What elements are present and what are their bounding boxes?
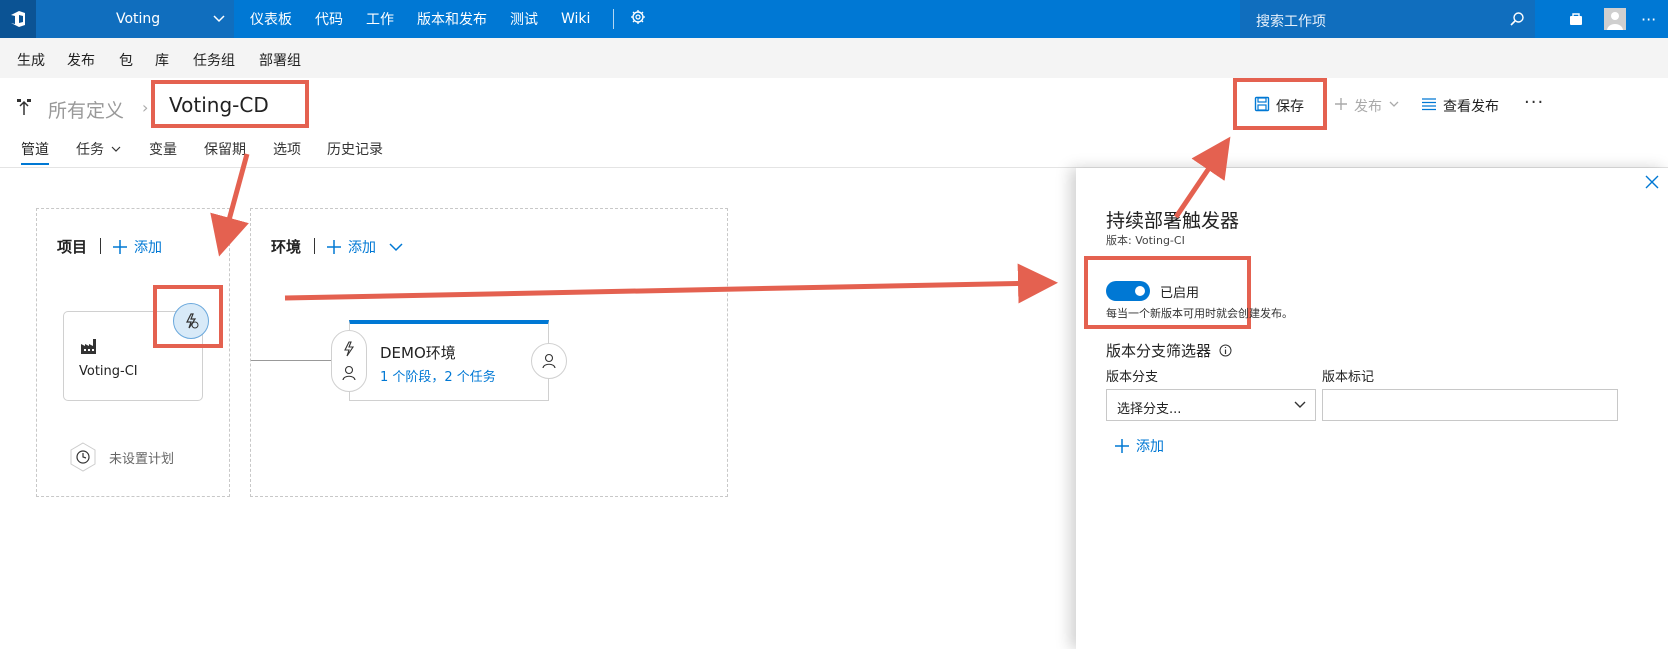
tab-tasks-label: 任务 xyxy=(76,142,104,158)
active-tab-indicator xyxy=(21,163,49,165)
person-icon xyxy=(342,365,356,381)
schedule-label: 未设置计划 xyxy=(109,451,175,467)
search-icon[interactable] xyxy=(1509,11,1525,31)
create-release-button[interactable]: 发布 xyxy=(1334,96,1400,116)
environment-summary[interactable]: 1 个阶段，2 个任务 xyxy=(380,366,496,385)
add-environment-button[interactable]: 添加 xyxy=(326,237,404,257)
definition-title-text: Voting-CD xyxy=(169,93,269,117)
tab-retention[interactable]: 保留期 xyxy=(204,139,246,159)
release-label: 发布 xyxy=(1354,99,1382,115)
person-icon xyxy=(542,353,556,369)
nav-build-release[interactable]: 版本和发布 xyxy=(417,9,487,29)
toggle-knob xyxy=(1135,286,1145,296)
plus-icon xyxy=(327,240,341,254)
trigger-description: 每当一个新版本可用时就会创建发布。 xyxy=(1106,307,1293,320)
subnav-library[interactable]: 库 xyxy=(155,50,169,70)
toggle-label: 已启用 xyxy=(1160,286,1200,301)
add-filter-label: 添加 xyxy=(1136,439,1164,455)
nav-test[interactable]: 测试 xyxy=(510,9,538,29)
divider xyxy=(100,238,101,254)
project-name: Voting xyxy=(116,11,161,27)
tag-input[interactable] xyxy=(1322,389,1618,421)
chevron-right-icon: › xyxy=(142,98,149,117)
pre-deployment-conditions[interactable] xyxy=(331,330,367,392)
save-label: 保存 xyxy=(1276,99,1304,115)
list-icon xyxy=(1421,97,1437,115)
nav-work[interactable]: 工作 xyxy=(366,9,394,29)
branch-label: 版本分支 xyxy=(1106,370,1159,385)
nav-code[interactable]: 代码 xyxy=(315,9,343,29)
panel-title: 持续部署触发器 xyxy=(1106,210,1240,232)
add-environment-label: 添加 xyxy=(348,240,376,256)
gear-icon[interactable] xyxy=(630,9,646,29)
trigger-highlight xyxy=(153,285,223,348)
clock-icon xyxy=(67,441,99,473)
enabled-toggle[interactable] xyxy=(1106,281,1150,301)
definition-title[interactable]: Voting-CD xyxy=(151,80,309,128)
subnav-deployment-groups[interactable]: 部署组 xyxy=(259,50,301,70)
nav-divider xyxy=(613,9,615,29)
view-releases-button[interactable]: 查看发布 xyxy=(1421,96,1499,116)
save-icon xyxy=(1254,96,1270,116)
environments-title: 环境 xyxy=(271,238,302,256)
view-releases-label: 查看发布 xyxy=(1443,99,1499,115)
more-actions-button[interactable]: ··· xyxy=(1524,92,1544,113)
add-artifact-label: 添加 xyxy=(134,240,162,256)
tab-options[interactable]: 选项 xyxy=(273,139,301,159)
branch-select[interactable]: 选择分支... xyxy=(1106,389,1316,421)
tab-history[interactable]: 历史记录 xyxy=(327,139,383,159)
chevron-down-icon xyxy=(1388,98,1400,114)
sub-nav: 生成 发布 包 库 任务组 部署组 xyxy=(0,38,1668,78)
branch-filter-heading: 版本分支筛选器 xyxy=(1106,340,1232,361)
save-button[interactable]: 保存 xyxy=(1254,96,1304,116)
panel-subtitle: 版本: Voting-CI xyxy=(1106,234,1185,247)
add-artifact-button[interactable]: 添加 xyxy=(112,237,162,257)
subnav-builds[interactable]: 生成 xyxy=(17,50,45,70)
plus-icon xyxy=(1115,439,1129,453)
nav-dashboard[interactable]: 仪表板 xyxy=(250,9,292,29)
close-icon[interactable] xyxy=(1644,174,1660,194)
build-icon xyxy=(79,337,99,359)
chevron-down-icon xyxy=(212,11,226,30)
branch-select-value: 选择分支... xyxy=(1117,402,1182,417)
breadcrumb[interactable]: 所有定义 xyxy=(48,96,124,123)
nav-wiki[interactable]: Wiki xyxy=(561,11,590,27)
search-placeholder: 搜索工作项 xyxy=(1256,14,1326,30)
environment-name[interactable]: DEMO环境 xyxy=(380,342,456,363)
divider xyxy=(314,238,315,254)
more-icon[interactable]: ··· xyxy=(1641,0,1656,38)
chevron-down-icon xyxy=(389,243,403,252)
info-icon[interactable] xyxy=(1219,344,1232,357)
artifacts-title: 项目 xyxy=(57,238,88,256)
trigger-panel: 持续部署触发器 版本: Voting-CI 已启用 每当一个新版本可用时就会创建… xyxy=(1076,168,1668,649)
tab-pipeline[interactable]: 管道 xyxy=(21,139,49,159)
tab-variables[interactable]: 变量 xyxy=(149,139,177,159)
subnav-releases[interactable]: 发布 xyxy=(67,50,95,70)
add-filter-button[interactable]: 添加 xyxy=(1114,436,1164,456)
chevron-down-icon xyxy=(1294,401,1306,408)
search-box[interactable]: 搜索工作项 xyxy=(1240,0,1535,38)
top-nav: 仪表板 代码 工作 版本和发布 测试 Wiki xyxy=(250,0,646,38)
artifact-name: Voting-CI xyxy=(79,364,138,379)
tag-label: 版本标记 xyxy=(1322,370,1375,385)
vsts-logo-icon[interactable] xyxy=(0,0,36,38)
pipeline-connector xyxy=(251,360,333,361)
tab-tasks[interactable]: 任务 xyxy=(76,139,121,159)
subnav-task-groups[interactable]: 任务组 xyxy=(193,50,235,70)
chevron-down-icon xyxy=(112,146,121,152)
lightning-icon xyxy=(344,341,355,357)
plus-icon xyxy=(113,240,127,254)
avatar[interactable] xyxy=(1604,0,1626,38)
schedule-trigger-button[interactable]: 未设置计划 xyxy=(67,441,174,473)
branch-filter-title: 版本分支筛选器 xyxy=(1106,342,1212,360)
project-selector[interactable]: Voting xyxy=(36,0,234,38)
subnav-packages[interactable]: 包 xyxy=(119,50,133,70)
post-deployment-conditions[interactable] xyxy=(531,343,567,379)
top-bar: Voting 仪表板 代码 工作 版本和发布 测试 Wiki 搜索工作项 ··· xyxy=(0,0,1668,38)
marketplace-icon[interactable] xyxy=(1568,0,1584,38)
release-definition-icon xyxy=(16,98,32,120)
plus-icon xyxy=(1334,97,1348,115)
